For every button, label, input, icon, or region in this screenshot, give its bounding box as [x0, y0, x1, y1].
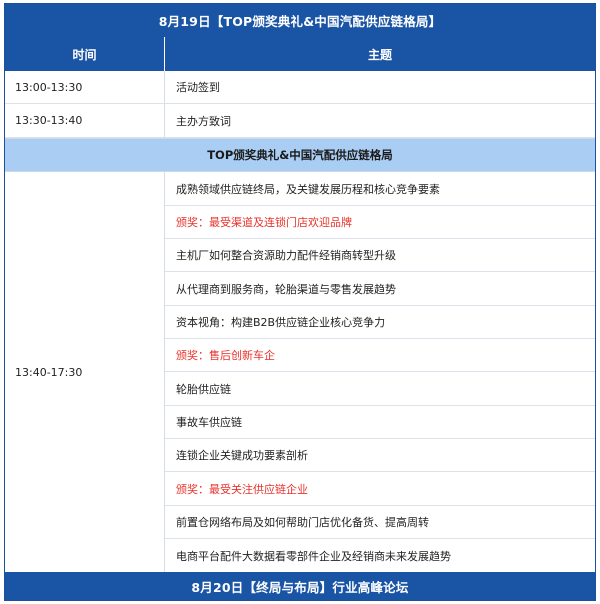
agenda-item-award: 颁奖：最受关注供应链企业 — [165, 472, 595, 506]
table-row: 13:00-13:30 活动签到 — [5, 71, 595, 104]
row-topic: 活动签到 — [176, 81, 220, 94]
day1-title-banner: 8月19日【TOP颁奖典礼&中国汽配供应链格局】 — [5, 4, 595, 37]
day2-title-banner: 8月20日【终局与布局】行业高峰论坛 — [5, 572, 595, 600]
table-row: 13:30-13:40 主办方致词 — [5, 104, 595, 138]
section-banner: TOP颁奖典礼&中国汽配供应链格局 — [5, 138, 595, 172]
agenda-table: 8月19日【TOP颁奖典礼&中国汽配供应链格局】 时间 主题 13:00-13:… — [4, 3, 596, 601]
agenda-item: 成熟领域供应链终局，及关键发展历程和核心竞争要素 — [165, 172, 595, 206]
day1-title-text: 8月19日【TOP颁奖典礼&中国汽配供应链格局】 — [158, 14, 442, 29]
table-header-row: 时间 主题 — [5, 37, 595, 71]
agenda-item: 前置仓网络布局及如何帮助门店优化备货、提高周转 — [165, 506, 595, 539]
time-column-header: 时间 — [5, 37, 165, 71]
agenda-item: 电商平台配件大数据看零部件企业及经销商未来发展趋势 — [176, 549, 451, 563]
agenda-item: 连锁企业关键成功要素剖析 — [165, 439, 595, 472]
agenda-item: 轮胎供应链 — [165, 372, 595, 406]
agenda-item-award: 颁奖：售后创新车企 — [165, 339, 595, 372]
agenda-item: 主机厂如何整合资源助力配件经销商转型升级 — [165, 239, 595, 272]
main-session-block: 13:40-17:30 成熟领域供应链终局，及关键发展历程和核心竞争要素 颁奖：… — [5, 172, 595, 572]
main-session-time: 13:40-17:30 — [5, 172, 165, 572]
day2-title-text: 8月20日【终局与布局】行业高峰论坛 — [191, 579, 409, 595]
row-topic: 主办方致词 — [176, 114, 231, 128]
row-time: 13:00-13:30 — [5, 71, 165, 103]
topic-column-header: 主题 — [367, 47, 392, 62]
section-banner-text: TOP颁奖典礼&中国汽配供应链格局 — [207, 148, 393, 162]
agenda-item: 从代理商到服务商，轮胎渠道与零售发展趋势 — [165, 272, 595, 306]
agenda-item: 资本视角：构建B2B供应链企业核心竞争力 — [165, 306, 595, 339]
agenda-item-award: 颁奖：最受渠道及连锁门店欢迎品牌 — [165, 206, 595, 239]
agenda-item: 事故车供应链 — [165, 406, 595, 439]
row-time: 13:30-13:40 — [5, 104, 165, 137]
